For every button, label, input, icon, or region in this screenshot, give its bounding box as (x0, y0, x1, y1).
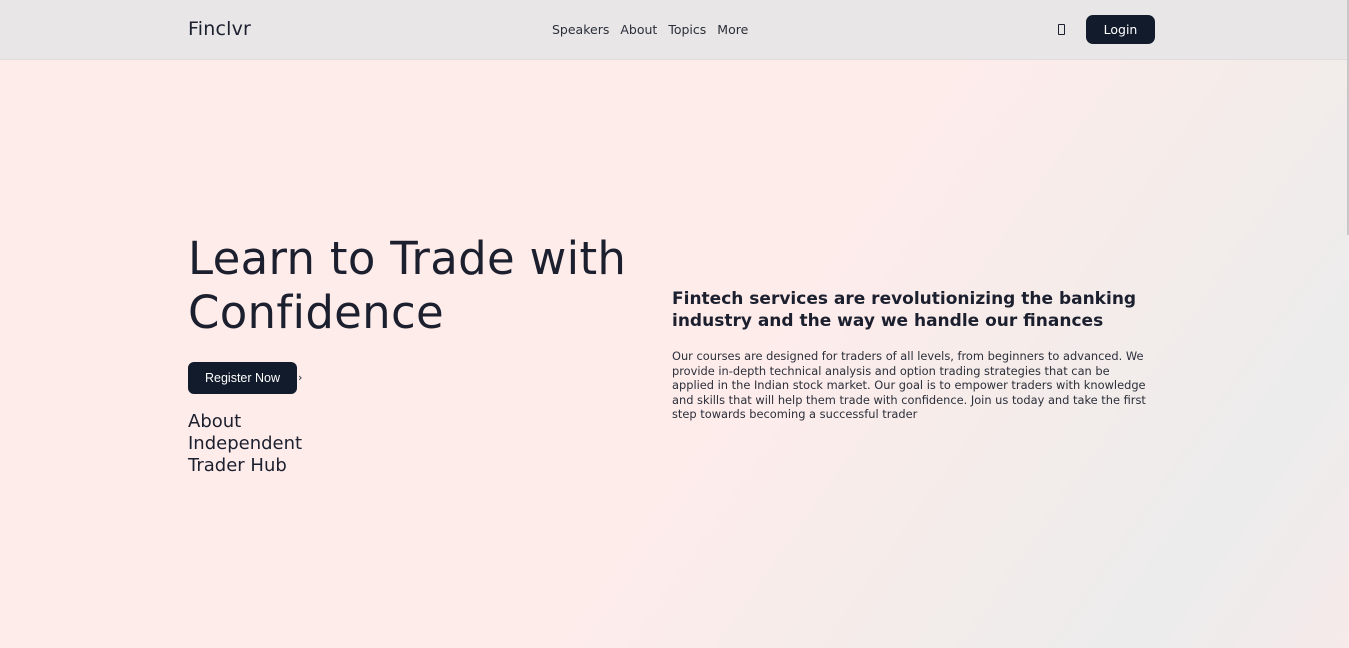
nav-link-speakers[interactable]: Speakers (552, 22, 609, 37)
navbar: Finclvr Speakers About Topics More Login (0, 0, 1347, 60)
hero-description: Our courses are designed for traders of … (672, 349, 1146, 422)
about-independent-trader-hub-link[interactable]: About Independent Trader Hub (188, 411, 328, 477)
nav-link-about[interactable]: About (620, 22, 657, 37)
nav-link-more[interactable]: More (717, 22, 748, 37)
nav-link-topics[interactable]: Topics (668, 22, 706, 37)
register-now-button[interactable]: Register Now (188, 362, 297, 394)
hero-subheading: Fintech services are revolutionizing the… (672, 289, 1137, 331)
hero-title: Learn to Trade with Confidence (188, 232, 627, 339)
login-button[interactable]: Login (1086, 15, 1155, 44)
phone-icon[interactable] (1058, 24, 1065, 35)
chevron-right-icon[interactable]: › (298, 371, 302, 384)
brand-logo[interactable]: Finclvr (188, 18, 251, 40)
nav-links: Speakers About Topics More (552, 22, 748, 37)
